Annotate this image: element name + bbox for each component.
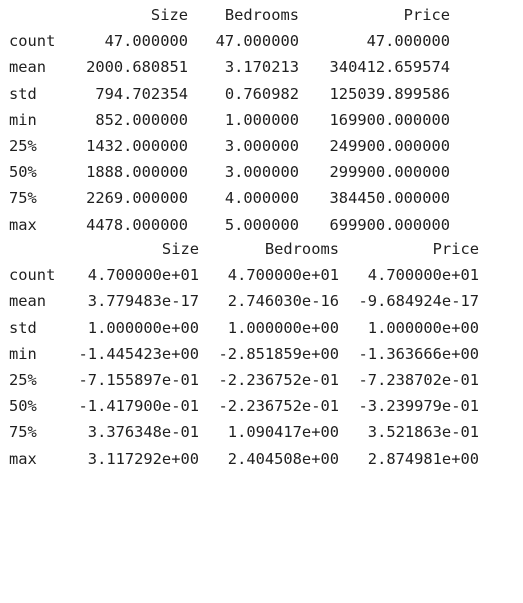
table-row: 75% 2269.000000 4.000000 384450.000000 (0, 185, 523, 211)
table-row: 50% 1888.000000 3.000000 299900.000000 (0, 159, 523, 185)
cell-bedrooms: 1.000000 (224, 110, 299, 129)
column-header-size: Size (150, 6, 188, 24)
row-index: mean (9, 58, 47, 77)
cell-price: 125039.899586 (329, 84, 450, 103)
row-index: 25% (9, 136, 37, 155)
describe-table-raw: Size Bedrooms Price count 47.000000 47.0… (0, 2, 523, 238)
row-index: 50% (9, 397, 37, 416)
row-index: mean (9, 292, 47, 311)
cell-size: 794.702354 (95, 84, 188, 103)
row-index: max (9, 449, 37, 468)
cell-price: 4.700000e+01 (367, 266, 479, 285)
cell-bedrooms: 5.000000 (224, 215, 299, 234)
row-index: std (9, 84, 37, 103)
cell-size: 3.117292e+00 (87, 449, 199, 468)
output-area: { "table1": { "headers": ["Size", "Bedro… (0, 0, 523, 472)
cell-bedrooms: 2.404508e+00 (227, 449, 339, 468)
cell-bedrooms: 47.000000 (215, 32, 299, 51)
cell-size: 852.000000 (95, 110, 188, 129)
row-index: max (9, 215, 37, 234)
cell-price: -7.238702e-01 (358, 370, 479, 389)
cell-price: 169900.000000 (329, 110, 450, 129)
cell-bedrooms: 4.700000e+01 (227, 266, 339, 285)
cell-size: -1.445423e+00 (78, 344, 199, 363)
row-index: count (9, 32, 56, 51)
row-index: 50% (9, 163, 37, 182)
table-row: max 4478.000000 5.000000 699900.000000 (0, 212, 523, 238)
cell-size: -1.417900e-01 (78, 397, 199, 416)
column-header-price: Price (432, 240, 479, 258)
cell-size: 2000.680851 (86, 58, 188, 77)
cell-price: 249900.000000 (329, 136, 450, 155)
table-row: count 4.700000e+01 4.700000e+01 4.700000… (0, 262, 523, 288)
column-header-bedrooms: Bedrooms (264, 240, 339, 258)
row-index: 75% (9, 189, 37, 208)
table-row: std 794.702354 0.760982 125039.899586 (0, 81, 523, 107)
cell-bedrooms: 4.000000 (224, 189, 299, 208)
column-header-bedrooms: Bedrooms (224, 6, 299, 24)
table-row: max 3.117292e+00 2.404508e+00 2.874981e+… (0, 446, 523, 472)
cell-price: 384450.000000 (329, 189, 450, 208)
table-row: count 47.000000 47.000000 47.000000 (0, 28, 523, 54)
table-row: 25% -7.155897e-01 -2.236752e-01 -7.23870… (0, 367, 523, 393)
cell-price: -3.239979e-01 (358, 397, 479, 416)
cell-bedrooms: -2.236752e-01 (218, 397, 339, 416)
table-row: mean 2000.680851 3.170213 340412.659574 (0, 54, 523, 80)
cell-size: 4478.000000 (86, 215, 188, 234)
cell-bedrooms: 1.000000e+00 (227, 318, 339, 337)
row-index: std (9, 318, 37, 337)
cell-price: -9.684924e-17 (358, 292, 479, 311)
table-row: 50% -1.417900e-01 -2.236752e-01 -3.23997… (0, 393, 523, 419)
row-index: min (9, 110, 37, 129)
cell-size: 4.700000e+01 (87, 266, 199, 285)
row-index: 25% (9, 370, 37, 389)
cell-price: 340412.659574 (329, 58, 450, 77)
column-header-price: Price (403, 6, 450, 24)
cell-bedrooms: 1.090417e+00 (227, 423, 339, 442)
column-header-size: Size (161, 240, 199, 258)
row-index: count (9, 266, 56, 285)
row-index: 75% (9, 423, 37, 442)
table-row: 75% 3.376348e-01 1.090417e+00 3.521863e-… (0, 419, 523, 445)
header-row: Size Bedrooms Price (0, 2, 523, 28)
table-row: mean 3.779483e-17 2.746030e-16 -9.684924… (0, 288, 523, 314)
cell-size: 1.000000e+00 (87, 318, 199, 337)
cell-bedrooms: 3.000000 (224, 163, 299, 182)
table-row: min -1.445423e+00 -2.851859e+00 -1.36366… (0, 341, 523, 367)
cell-price: 2.874981e+00 (367, 449, 479, 468)
header-row: Size Bedrooms Price (0, 236, 523, 262)
describe-table-normalized: Size Bedrooms Price count 4.700000e+01 4… (0, 236, 523, 472)
cell-price: 47.000000 (366, 32, 450, 51)
cell-bedrooms: -2.851859e+00 (218, 344, 339, 363)
cell-bedrooms: 0.760982 (224, 84, 299, 103)
cell-price: 3.521863e-01 (367, 423, 479, 442)
cell-size: 3.779483e-17 (87, 292, 199, 311)
cell-size: 1432.000000 (86, 136, 188, 155)
cell-price: 699900.000000 (329, 215, 450, 234)
row-index: min (9, 344, 37, 363)
cell-price: -1.363666e+00 (358, 344, 479, 363)
table-row: min 852.000000 1.000000 169900.000000 (0, 107, 523, 133)
cell-bedrooms: 3.170213 (224, 58, 299, 77)
cell-bedrooms: 2.746030e-16 (227, 292, 339, 311)
table-row: std 1.000000e+00 1.000000e+00 1.000000e+… (0, 315, 523, 341)
cell-price: 1.000000e+00 (367, 318, 479, 337)
cell-size: -7.155897e-01 (78, 370, 199, 389)
cell-size: 2269.000000 (86, 189, 188, 208)
table-row: 25% 1432.000000 3.000000 249900.000000 (0, 133, 523, 159)
cell-bedrooms: 3.000000 (224, 136, 299, 155)
cell-size: 47.000000 (104, 32, 188, 51)
cell-size: 3.376348e-01 (87, 423, 199, 442)
cell-size: 1888.000000 (86, 163, 188, 182)
cell-price: 299900.000000 (329, 163, 450, 182)
cell-bedrooms: -2.236752e-01 (218, 370, 339, 389)
